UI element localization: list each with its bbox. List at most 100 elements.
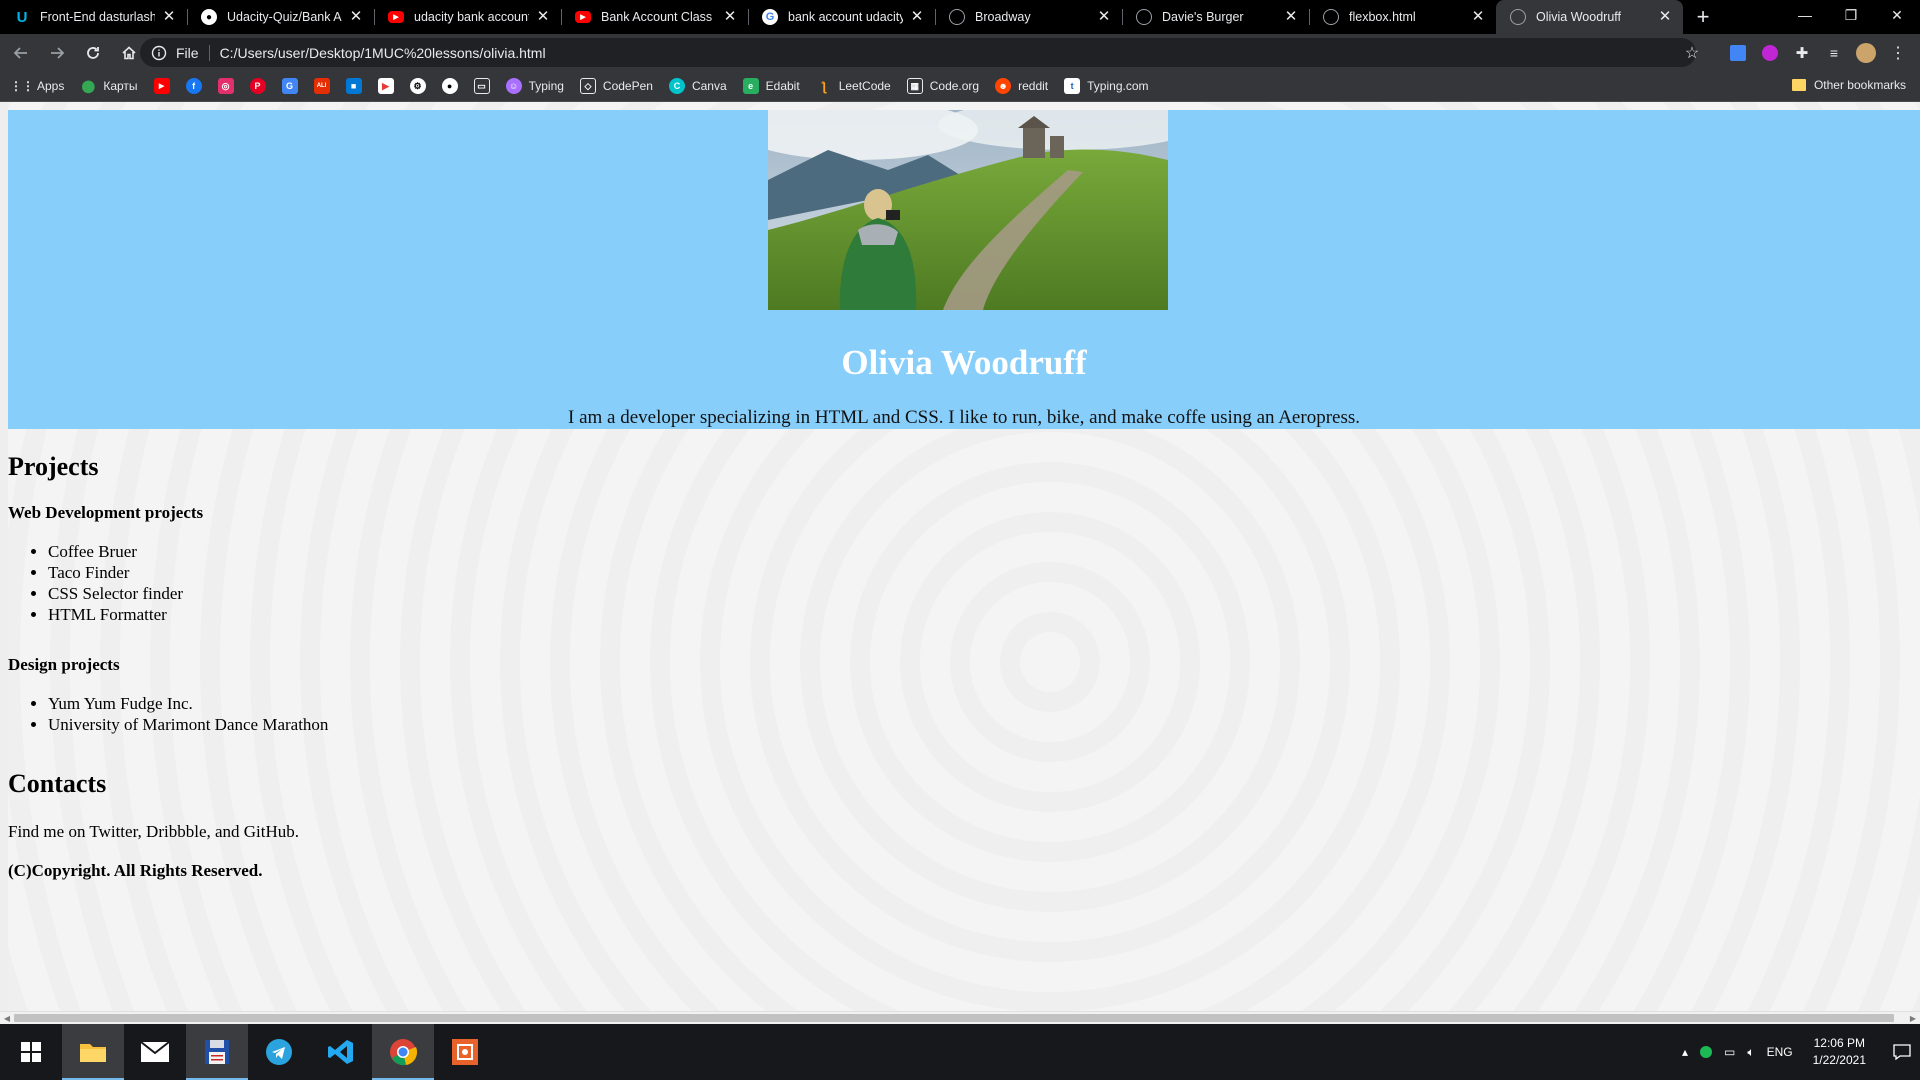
bookmark-apps[interactable]: ⋮⋮ Apps bbox=[10, 78, 64, 94]
tab-title: Bank Account Class - Yo bbox=[601, 10, 716, 24]
tab-broadway[interactable]: Broadway ✕ bbox=[935, 0, 1122, 34]
codeorg-icon: ▦ bbox=[906, 78, 923, 94]
taskbar-vscode[interactable] bbox=[310, 1024, 372, 1080]
bookmark-typingcom[interactable]: t Typing.com bbox=[1064, 78, 1149, 94]
leetcode-icon: ƪ bbox=[821, 78, 827, 94]
bookmarks-bar: ⋮⋮ Apps ⬤ Карты ▶ f ◎ P G ALI ■ ▶ ⚙ ● ▭ … bbox=[0, 71, 1920, 102]
bookmark-blue-app[interactable]: ■ bbox=[345, 78, 362, 94]
url-text[interactable]: C:/Users/user/Desktop/1MUC%20lessons/oli… bbox=[220, 45, 546, 61]
tab-title: Broadway bbox=[975, 10, 1031, 24]
close-icon[interactable]: ✕ bbox=[1657, 9, 1673, 25]
tab-title: flexbox.html bbox=[1349, 10, 1416, 24]
extensions-puzzle-icon[interactable]: ✚ bbox=[1790, 41, 1814, 65]
reload-icon[interactable] bbox=[78, 38, 108, 68]
bookmark-codeorg[interactable]: ▦ Code.org bbox=[906, 78, 979, 94]
floppy-icon bbox=[205, 1040, 229, 1064]
close-icon[interactable]: ✕ bbox=[535, 9, 551, 25]
bookmark-label: CodePen bbox=[602, 79, 653, 93]
swirl-icon: ⚙ bbox=[409, 78, 426, 94]
taskbar-mail[interactable] bbox=[124, 1024, 186, 1080]
close-icon[interactable]: ✕ bbox=[722, 9, 738, 25]
facebook-icon: f bbox=[185, 78, 202, 94]
close-icon[interactable]: ✕ bbox=[1096, 9, 1112, 25]
page-margin bbox=[0, 102, 8, 1024]
bookmark-instagram[interactable]: ◎ bbox=[217, 78, 234, 94]
security-shield-icon[interactable] bbox=[1700, 1046, 1713, 1058]
bookmark-monitor[interactable]: ▭ bbox=[473, 78, 490, 94]
bookmark-typing[interactable]: ☺ Typing bbox=[505, 78, 564, 94]
network-icon[interactable]: ▭ bbox=[1724, 1045, 1735, 1059]
tab-udacity-front-end[interactable]: U Front-End dasturlash tr ✕ bbox=[0, 0, 187, 34]
google-icon: G bbox=[762, 9, 778, 25]
info-icon[interactable] bbox=[150, 44, 168, 62]
scroll-left-icon[interactable]: ◀ bbox=[1, 1013, 13, 1024]
close-icon[interactable]: ✕ bbox=[1283, 9, 1299, 25]
tab-olivia-woodruff[interactable]: Olivia Woodruff ✕ bbox=[1496, 0, 1683, 34]
forward-icon[interactable] bbox=[42, 38, 72, 68]
bookmark-edabit[interactable]: e Edabit bbox=[742, 78, 800, 94]
profile-avatar[interactable] bbox=[1854, 41, 1878, 65]
close-icon[interactable]: ✕ bbox=[1470, 9, 1486, 25]
bookmark-youtube[interactable]: ▶ bbox=[153, 78, 170, 94]
media-control-icon[interactable]: ≡ bbox=[1822, 41, 1846, 65]
bookmark-codepen[interactable]: ◇ CodePen bbox=[579, 78, 653, 94]
horizontal-scrollbar[interactable]: ◀ ▶ bbox=[0, 1011, 1920, 1024]
bookmark-red-app[interactable]: ▶ bbox=[377, 78, 394, 94]
start-button[interactable] bbox=[0, 1024, 62, 1080]
bookmark-maps[interactable]: ⬤ Карты bbox=[80, 78, 138, 94]
back-icon[interactable] bbox=[6, 38, 36, 68]
bookmark-leetcode[interactable]: ƪ LeetCode bbox=[816, 78, 890, 94]
tab-title: Davie's Burger bbox=[1162, 10, 1244, 24]
taskbar-app-orange[interactable] bbox=[434, 1024, 496, 1080]
language-indicator[interactable]: ENG bbox=[1767, 1045, 1793, 1059]
windows-taskbar: ▴ ▭ 🔈︎ ENG 12:06 PM 1/22/2021 bbox=[0, 1024, 1920, 1080]
design-projects-list: Yum Yum Fudge Inc. University of Marimon… bbox=[48, 693, 328, 735]
close-icon[interactable]: ✕ bbox=[161, 9, 177, 25]
scroll-right-icon[interactable]: ▶ bbox=[1907, 1013, 1919, 1024]
bookmark-translate[interactable]: G bbox=[281, 78, 298, 94]
bookmark-aliexpress[interactable]: ALI bbox=[313, 78, 330, 94]
clock[interactable]: 12:06 PM 1/22/2021 bbox=[1813, 1035, 1866, 1069]
tab-davies-burger[interactable]: Davie's Burger ✕ bbox=[1122, 0, 1309, 34]
bookmark-canva[interactable]: C Canva bbox=[668, 78, 727, 94]
new-tab-button[interactable]: + bbox=[1683, 0, 1723, 34]
translate-icon[interactable] bbox=[1726, 41, 1750, 65]
bookmark-chatgpt[interactable]: ⚙ bbox=[409, 78, 426, 94]
bookmark-pinterest[interactable]: P bbox=[249, 78, 266, 94]
restore-icon[interactable]: ❐ bbox=[1828, 0, 1874, 30]
bookmark-label: Typing.com bbox=[1087, 79, 1149, 93]
page-viewport: Olivia Woodruff I am a developer special… bbox=[0, 102, 1920, 1024]
menu-kebab-icon[interactable]: ⋮ bbox=[1886, 41, 1910, 65]
other-bookmarks[interactable]: Other bookmarks bbox=[1791, 78, 1906, 92]
tab-udacity-quiz[interactable]: ● Udacity-Quiz/Bank Acc ✕ bbox=[187, 0, 374, 34]
tab-flexbox[interactable]: flexbox.html ✕ bbox=[1309, 0, 1496, 34]
globe-icon bbox=[1136, 9, 1152, 25]
close-icon[interactable]: ✕ bbox=[348, 9, 364, 25]
bookmark-github[interactable]: ● bbox=[441, 78, 458, 94]
folder-icon bbox=[80, 1044, 106, 1062]
minimize-icon[interactable]: — bbox=[1782, 0, 1828, 30]
taskbar-telegram[interactable] bbox=[248, 1024, 310, 1080]
web-projects-list: Coffee Bruer Taco Finder CSS Selector fi… bbox=[48, 541, 183, 625]
taskbar-file-explorer[interactable] bbox=[62, 1024, 124, 1080]
notifications-icon[interactable] bbox=[1884, 1024, 1920, 1080]
address-bar[interactable]: File C:/Users/user/Desktop/1MUC%20lesson… bbox=[140, 38, 1696, 67]
close-icon[interactable]: ✕ bbox=[909, 9, 925, 25]
tab-bank-account-class[interactable]: ▶ Bank Account Class - Yo ✕ bbox=[561, 0, 748, 34]
extension-purple-icon[interactable] bbox=[1758, 41, 1782, 65]
contacts-text: Find me on Twitter, Dribbble, and GitHub… bbox=[8, 822, 300, 841]
tab-udacity-bank-accounts[interactable]: ▶ udacity bank accounts ✕ bbox=[374, 0, 561, 34]
scrollbar-thumb[interactable] bbox=[14, 1014, 1894, 1022]
chevron-up-icon[interactable]: ▴ bbox=[1682, 1045, 1688, 1059]
web-projects-heading: Web Development projects bbox=[8, 503, 204, 522]
tab-google-search[interactable]: G bank account udacity - ✕ bbox=[748, 0, 935, 34]
taskbar-chrome[interactable] bbox=[372, 1024, 434, 1080]
close-window-icon[interactable]: ✕ bbox=[1874, 0, 1920, 30]
taskbar-app-floppy[interactable] bbox=[186, 1024, 248, 1080]
volume-icon[interactable]: 🔈︎ bbox=[1747, 1045, 1754, 1060]
youtube-icon: ▶ bbox=[388, 11, 404, 23]
bookmark-star-icon[interactable]: ☆ bbox=[1680, 41, 1704, 65]
bookmark-facebook[interactable]: f bbox=[185, 78, 202, 94]
bookmark-reddit[interactable]: ☻ reddit bbox=[995, 78, 1048, 94]
aliexpress-icon: ALI bbox=[313, 78, 330, 94]
